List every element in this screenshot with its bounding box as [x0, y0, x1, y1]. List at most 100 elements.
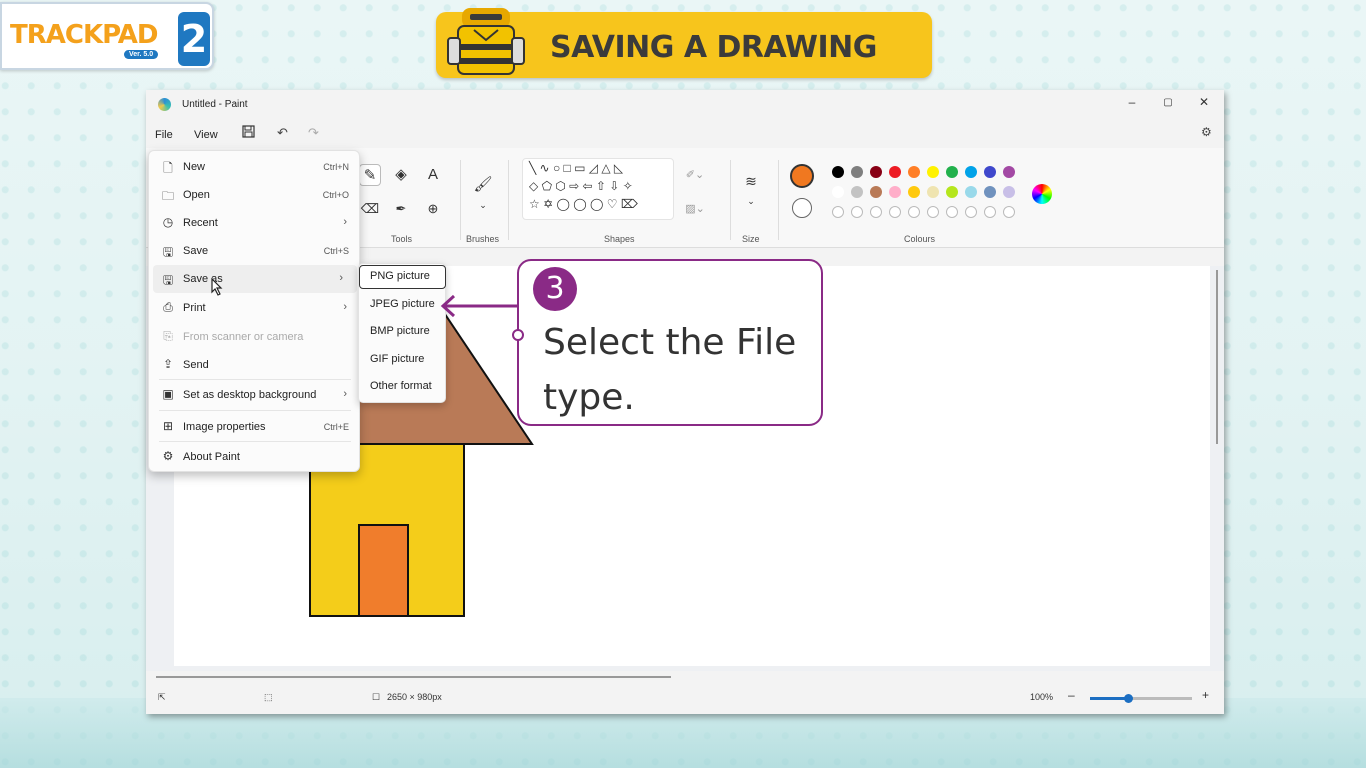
- file-menu-item-save-as[interactable]: 🖫 Save as ›: [153, 265, 357, 293]
- secondary-color-swatch[interactable]: [792, 198, 812, 218]
- brush-icon[interactable]: 🖌: [472, 174, 494, 196]
- vertical-scrollbar[interactable]: [1216, 270, 1218, 444]
- view-menu-button[interactable]: View: [194, 129, 218, 141]
- menu-bar: File View ↶ ↷ ⚙: [146, 122, 1224, 146]
- empty-color-slot[interactable]: [870, 206, 882, 218]
- file-menu-item-about-paint[interactable]: ⚙ About Paint: [149, 443, 361, 471]
- outline-icon[interactable]: ✐⌄: [684, 164, 706, 186]
- file-menu-item-save[interactable]: 🖫 Save Ctrl+S: [149, 237, 361, 265]
- save-icon[interactable]: [242, 125, 255, 141]
- color-swatch[interactable]: [946, 186, 958, 198]
- minimize-button[interactable]: –: [1122, 95, 1142, 109]
- polygon-shapes-icon[interactable]: ◇ ⬠ ⬡ ⇨ ⇦ ⇧ ⇩ ✧: [529, 179, 633, 193]
- zoom-in-button[interactable]: +: [1202, 688, 1209, 702]
- empty-color-slot[interactable]: [984, 206, 996, 218]
- empty-color-slot[interactable]: [946, 206, 958, 218]
- zoom-slider-thumb[interactable]: [1124, 694, 1133, 703]
- fill-bucket-icon[interactable]: ◈: [390, 164, 412, 186]
- pencil-icon[interactable]: ✎: [359, 164, 381, 186]
- empty-color-slot[interactable]: [965, 206, 977, 218]
- line-shape-icon[interactable]: ╲ ∿ ○ □ ▭ ◿ △ ◺: [529, 161, 623, 175]
- file-menu-item-print[interactable]: ⎙ Print ›: [149, 294, 361, 322]
- undo-icon[interactable]: ↶: [277, 125, 288, 141]
- chevron-down-icon[interactable]: ⌄: [472, 194, 494, 216]
- shortcut-label: Ctrl+S: [323, 246, 349, 256]
- color-swatch[interactable]: [870, 186, 882, 198]
- save-as-option-png-picture[interactable]: PNG picture: [370, 270, 430, 282]
- save-as-option-jpeg-picture[interactable]: JPEG picture: [370, 298, 435, 310]
- empty-color-slot[interactable]: [832, 206, 844, 218]
- color-swatch[interactable]: [1003, 166, 1015, 178]
- color-swatch[interactable]: [946, 166, 958, 178]
- eraser-icon[interactable]: ⌫: [359, 198, 381, 220]
- empty-color-slot[interactable]: [908, 206, 920, 218]
- settings-icon[interactable]: ⚙: [1201, 125, 1212, 139]
- color-swatch[interactable]: [908, 186, 920, 198]
- share-icon: ⇪: [162, 357, 174, 371]
- save-as-option-gif-picture[interactable]: GIF picture: [370, 353, 424, 365]
- horizontal-scrollbar[interactable]: [156, 676, 671, 678]
- file-menu-item-send[interactable]: ⇪ Send: [149, 351, 361, 379]
- color-swatch[interactable]: [908, 166, 920, 178]
- save-as-option-other-format[interactable]: Other format: [370, 380, 432, 392]
- chevron-down-icon[interactable]: ⌄: [740, 190, 762, 212]
- close-button[interactable]: ✕: [1194, 95, 1214, 109]
- menu-item-label: Open: [183, 189, 210, 201]
- empty-color-slot[interactable]: [1003, 206, 1015, 218]
- canvas-size-icon: ☐: [372, 692, 381, 702]
- color-swatch[interactable]: [984, 166, 996, 178]
- menu-item-label: From scanner or camera: [183, 331, 304, 343]
- zoom-out-button[interactable]: –: [1068, 688, 1075, 702]
- selection-icon: ⬚: [264, 692, 273, 702]
- settings-icon: ⚙: [162, 449, 174, 463]
- shortcut-label: Ctrl+O: [322, 190, 349, 200]
- file-menu-button[interactable]: File: [155, 129, 173, 141]
- color-picker-icon[interactable]: ✒: [390, 198, 412, 220]
- color-swatch[interactable]: [927, 166, 939, 178]
- star-shapes-icon[interactable]: ☆ ✡ ◯ ◯ ◯ ♡ ⌦: [529, 197, 638, 211]
- divider: [460, 160, 461, 240]
- color-swatch[interactable]: [832, 166, 844, 178]
- primary-color-swatch[interactable]: [790, 164, 814, 188]
- bullet-icon: [512, 329, 524, 341]
- file-menu-item-open[interactable]: 🗀 Open Ctrl+O: [149, 181, 361, 209]
- file-menu-item-image-properties[interactable]: ⊞ Image properties Ctrl+E: [149, 413, 361, 441]
- size-lines-icon[interactable]: ≋: [740, 170, 762, 192]
- file-menu-item-new[interactable]: 🗋 New Ctrl+N: [149, 153, 361, 181]
- status-bar: ⇱ ⬚ ☐ 2650 × 980px 100% – +: [146, 682, 1224, 712]
- color-swatch[interactable]: [927, 186, 939, 198]
- zoom-slider[interactable]: [1090, 694, 1192, 703]
- divider: [730, 160, 731, 240]
- color-swatch[interactable]: [984, 186, 996, 198]
- chevron-right-icon: ›: [339, 272, 343, 284]
- empty-color-slot[interactable]: [851, 206, 863, 218]
- step-number-badge: 3: [533, 267, 577, 311]
- redo-icon[interactable]: ↷: [308, 125, 319, 141]
- color-swatch[interactable]: [965, 186, 977, 198]
- edit-colors-icon[interactable]: [1032, 184, 1052, 204]
- magnifier-icon[interactable]: ⊕: [422, 198, 444, 220]
- file-menu-item-recent[interactable]: ◷ Recent ›: [149, 209, 361, 237]
- menu-item-label: About Paint: [183, 451, 240, 463]
- file-menu-item-set-as-desktop-background[interactable]: ▣ Set as desktop background ›: [149, 381, 361, 409]
- color-swatch[interactable]: [870, 166, 882, 178]
- chevron-right-icon: ›: [343, 301, 347, 313]
- empty-color-slot[interactable]: [889, 206, 901, 218]
- color-swatch[interactable]: [832, 186, 844, 198]
- brushes-group-label: Brushes: [466, 234, 500, 244]
- empty-color-slot[interactable]: [927, 206, 939, 218]
- color-swatch[interactable]: [851, 166, 863, 178]
- color-swatch[interactable]: [965, 166, 977, 178]
- printer-icon: ⎙: [163, 300, 173, 314]
- text-icon[interactable]: A: [422, 164, 444, 186]
- maximize-button[interactable]: ▢: [1158, 97, 1178, 108]
- color-swatch[interactable]: [1003, 186, 1015, 198]
- menu-item-label: Image properties: [183, 421, 266, 433]
- color-swatch[interactable]: [851, 186, 863, 198]
- color-swatch[interactable]: [889, 186, 901, 198]
- save-as-option-bmp-picture[interactable]: BMP picture: [370, 325, 430, 337]
- fill-icon[interactable]: ▨⌄: [684, 198, 706, 220]
- shapes-gallery[interactable]: ╲ ∿ ○ □ ▭ ◿ △ ◺ ◇ ⬠ ⬡ ⇨ ⇦ ⇧ ⇩ ✧ ☆ ✡ ◯ ◯ …: [522, 158, 674, 220]
- color-swatch[interactable]: [889, 166, 901, 178]
- save-icon: 🖫: [162, 245, 174, 259]
